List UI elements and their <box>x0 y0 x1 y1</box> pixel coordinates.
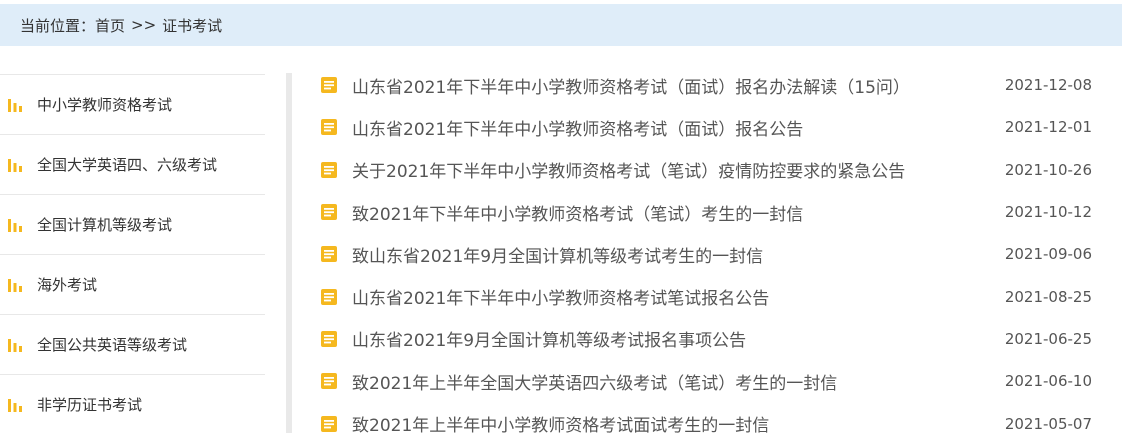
news-date: 2021-10-12 <box>1004 203 1092 222</box>
news-list: 山东省2021年下半年中小学教师资格考试（面试）报名办法解读（15问） 2021-… <box>320 64 1100 433</box>
news-date: 2021-06-10 <box>1004 372 1092 391</box>
bar-chart-icon <box>8 98 22 112</box>
news-date: 2021-08-25 <box>1004 287 1092 306</box>
list-item[interactable]: 致山东省2021年9月全国计算机等级考试考生的一封信 2021-09-06 <box>320 233 1100 275</box>
sidebar: 中小学教师资格考试全国大学英语四、六级考试 全国计算机等级考试 海外考试全国公共英语… <box>0 74 265 433</box>
bar-chart-icon <box>8 338 22 352</box>
sidebar-item[interactable]: 中小学教师资格考试 <box>0 74 265 134</box>
news-title-link[interactable]: 关于2021年下半年中小学教师资格考试（笔试）疫情防控要求的紧急公告 <box>352 157 992 182</box>
list-item[interactable]: 山东省2021年9月全国计算机等级考试报名事项公告 2021-06-25 <box>320 318 1100 360</box>
document-icon <box>321 204 337 221</box>
news-title-link[interactable]: 山东省2021年9月全国计算机等级考试报名事项公告 <box>352 326 992 351</box>
list-item[interactable]: 致2021年下半年中小学教师资格考试（笔试）考生的一封信 2021-10-12 <box>320 191 1100 233</box>
list-item[interactable]: 山东省2021年下半年中小学教师资格考试（面试）报名公告 2021-12-01 <box>320 106 1100 148</box>
list-item[interactable]: 致2021年上半年全国大学英语四六级考试（笔试）考生的一封信 2021-06-10 <box>320 360 1100 402</box>
document-icon <box>321 246 337 263</box>
sidebar-item[interactable]: 非学历证书考试 <box>0 374 265 433</box>
document-icon <box>321 330 337 347</box>
list-item[interactable]: 关于2021年下半年中小学教师资格考试（笔试）疫情防控要求的紧急公告 2021-1… <box>320 149 1100 191</box>
document-icon <box>321 415 337 432</box>
sidebar-item[interactable]: 海外考试 <box>0 254 265 314</box>
news-date: 2021-12-01 <box>1004 118 1092 137</box>
bar-chart-icon <box>8 158 22 172</box>
news-title-link[interactable]: 山东省2021年下半年中小学教师资格考试笔试报名公告 <box>352 284 992 309</box>
list-item[interactable]: 致2021年上半年中小学教师资格考试面试考生的一封信 2021-05-07 <box>320 402 1100 433</box>
document-icon <box>321 119 337 136</box>
breadcrumb-bar: 当前位置： 首页 >> 证书考试 <box>0 4 1122 46</box>
page: 当前位置： 首页 >> 证书考试 中小学教师资格考试全国大学英语四、六级考试 全国… <box>0 0 1122 433</box>
sidebar-item[interactable]: 全国计算机等级考试 <box>0 194 265 254</box>
breadcrumb: 当前位置： 首页 >> 证书考试 <box>0 15 222 36</box>
breadcrumb-prefix: 当前位置： <box>20 16 96 35</box>
list-item[interactable]: 山东省2021年下半年中小学教师资格考试（面试）报名办法解读（15问） 2021-… <box>320 64 1100 106</box>
sidebar-divider <box>286 73 292 433</box>
document-icon <box>321 161 337 178</box>
bar-chart-icon <box>8 218 22 232</box>
news-date: 2021-09-06 <box>1004 245 1092 264</box>
breadcrumb-current[interactable]: 证书考试 <box>162 15 222 36</box>
sidebar-item-label: 中小学教师资格考试 <box>37 96 173 114</box>
sidebar-item-label: 全国大学英语四、六级考试 <box>37 156 218 174</box>
bar-chart-icon <box>8 398 22 412</box>
sidebar-item-label: 全国公共英语等级考试 <box>37 336 188 354</box>
sidebar-item-label: 全国计算机等级考试 <box>37 216 173 234</box>
news-title-link[interactable]: 致2021年上半年全国大学英语四六级考试（笔试）考生的一封信 <box>352 369 992 394</box>
document-icon <box>321 288 337 305</box>
news-date: 2021-05-07 <box>1004 414 1092 433</box>
breadcrumb-home-link[interactable]: 首页 <box>95 15 125 36</box>
sidebar-item[interactable]: 全国公共英语等级考试 <box>0 314 265 374</box>
sidebar-item[interactable]: 全国大学英语四、六级考试 <box>0 134 265 194</box>
news-title-link[interactable]: 山东省2021年下半年中小学教师资格考试（面试）报名公告 <box>352 115 992 140</box>
news-title-link[interactable]: 山东省2021年下半年中小学教师资格考试（面试）报名办法解读（15问） <box>352 73 992 98</box>
news-date: 2021-12-08 <box>1004 76 1092 95</box>
news-title-link[interactable]: 致2021年上半年中小学教师资格考试面试考生的一封信 <box>352 411 992 433</box>
sidebar-item-label: 非学历证书考试 <box>37 396 143 414</box>
news-date: 2021-10-26 <box>1004 160 1092 179</box>
document-icon <box>321 373 337 390</box>
sidebar-item-label: 海外考试 <box>37 276 98 294</box>
document-icon <box>321 77 337 94</box>
breadcrumb-separator: >> <box>131 16 157 34</box>
news-title-link[interactable]: 致山东省2021年9月全国计算机等级考试考生的一封信 <box>352 242 992 267</box>
news-title-link[interactable]: 致2021年下半年中小学教师资格考试（笔试）考生的一封信 <box>352 200 992 225</box>
list-item[interactable]: 山东省2021年下半年中小学教师资格考试笔试报名公告 2021-08-25 <box>320 275 1100 317</box>
news-date: 2021-06-25 <box>1004 329 1092 348</box>
bar-chart-icon <box>8 278 22 292</box>
